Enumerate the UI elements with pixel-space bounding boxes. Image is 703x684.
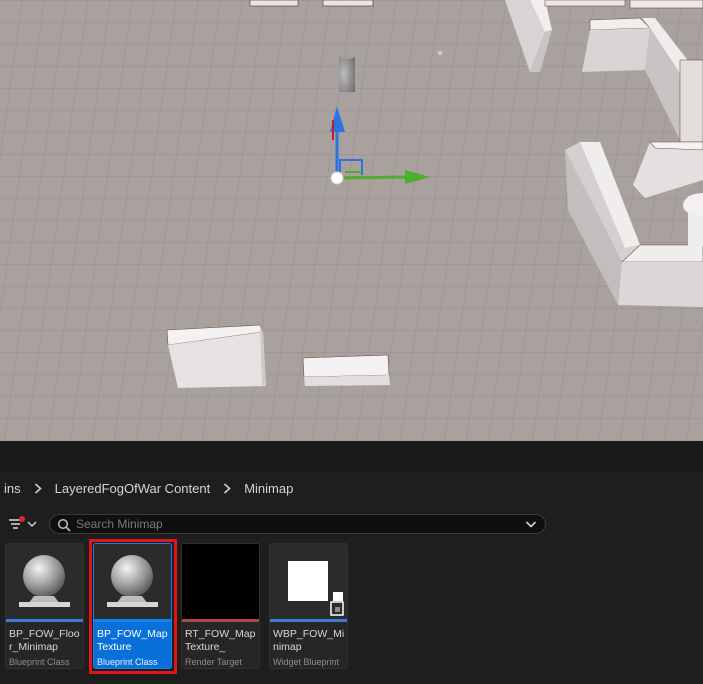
asset-thumbnail [270,544,347,620]
sphere-icon [107,555,158,607]
breadcrumb: ins LayeredFogOfWar Content Minimap [0,471,703,505]
asset-tile-wbp-fow-minimap[interactable]: WBP_FOW_Minimap Widget Blueprint [269,543,348,669]
filter-icon [9,516,37,529]
asset-type-stripe [6,619,83,622]
asset-type-stripe [94,619,171,622]
asset-thumbnail [182,544,259,620]
chevron-right-icon[interactable] [25,482,51,494]
asset-name: BP_FOW_Floor_Minimap [9,628,80,653]
asset-type-stripe [270,619,347,622]
breadcrumb-item-plugins[interactable]: ins [0,481,25,496]
chevron-right-icon[interactable] [214,482,240,494]
asset-name: RT_FOW_MapTexture_ [185,628,256,653]
breadcrumb-item-content[interactable]: LayeredFogOfWar Content [51,481,215,496]
asset-tile-bp-fow-maptexture[interactable]: BP_FOW_MapTexture Blueprint Class [93,543,172,669]
box-bottom-mid [302,354,390,386]
filter-button[interactable] [4,514,42,534]
box-bottom-left [166,324,266,388]
pillar [339,53,355,92]
chevron-down-icon[interactable] [525,520,537,529]
asset-type: Render Target [185,657,242,667]
asset-type-stripe [182,619,259,622]
wall-block-top-left [249,0,299,7]
viewport-scene [0,0,703,441]
search-icon [57,518,71,532]
content-browser: ins LayeredFogOfWar Content Minimap Sear… [0,471,703,684]
asset-type: Widget Blueprint [273,657,340,667]
wall-block-top-mid [322,0,374,7]
search-box[interactable] [49,514,546,534]
search-input[interactable] [76,516,516,532]
asset-name: BP_FOW_MapTexture [97,628,168,653]
asset-thumbnail [6,544,83,620]
asset-thumbnail [94,544,171,620]
sphere-icon [19,555,70,607]
asset-tile-rt-fow-maptexture[interactable]: RT_FOW_MapTexture_ Render Target [181,543,260,669]
asset-tile-bp-fow-floor-minimap[interactable]: BP_FOW_Floor_Minimap Blueprint Class [5,543,84,669]
widget-icon [288,561,344,616]
asset-name: WBP_FOW_Minimap [273,628,345,653]
asset-type: Blueprint Class [97,657,158,667]
asset-type: Blueprint Class [9,657,70,667]
level-viewport[interactable] [0,0,703,441]
breadcrumb-item-minimap[interactable]: Minimap [240,481,297,496]
viewport-bottom-bar [0,441,703,471]
